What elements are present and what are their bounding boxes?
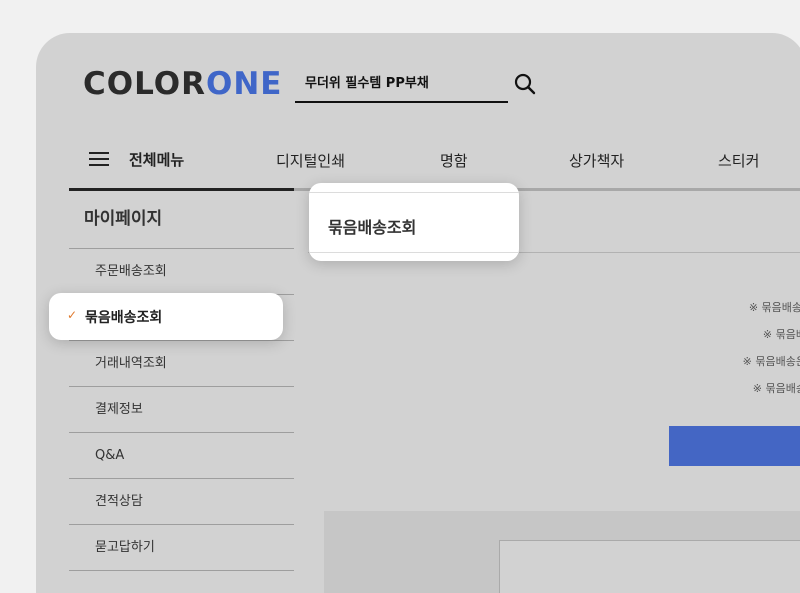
gnb-item-booklet[interactable]: 상가책자 xyxy=(569,150,624,171)
gnb-item-sticker[interactable]: 스티커 xyxy=(718,150,759,171)
check-icon: ✓ xyxy=(67,308,78,322)
content-field[interactable] xyxy=(499,540,800,593)
all-menu-button[interactable]: 전체메뉴 xyxy=(89,144,184,174)
sidebar-title: 마이페이지 xyxy=(69,191,294,249)
sidebar-item-payment-info[interactable]: 결제정보 xyxy=(69,387,294,433)
search-icon xyxy=(514,73,536,95)
sidebar: 마이페이지 주문배송조회 거래내역조회 결제정보 Q&A 견적상담 묻고답하기 xyxy=(69,191,294,571)
site-logo[interactable]: COLORONE xyxy=(83,69,282,100)
notice-line: ※ 묶음배송- xyxy=(748,301,800,314)
gnb-item-digital-print[interactable]: 디지털인쇄 xyxy=(276,150,345,171)
search-query-text: 무더위 필수템 PP부채 xyxy=(305,76,429,91)
sidebar-item-estimate[interactable]: 견적상담 xyxy=(69,479,294,525)
sidebar-item-order-tracking[interactable]: 주문배송조회 xyxy=(69,249,294,295)
sidebar-item-active[interactable]: ✓ 묶음배송조회 xyxy=(49,293,283,340)
sidebar-item-qna[interactable]: Q&A xyxy=(69,433,294,479)
notice-line: ※ 묶음배 xyxy=(762,328,800,341)
sidebar-item-active-label: 묶음배송조회 xyxy=(85,310,163,326)
sidebar-item-inquiry[interactable]: 묻고답하기 xyxy=(69,525,294,571)
search-input[interactable]: 무더위 필수템 PP부채 xyxy=(295,63,508,103)
global-nav: 전체메뉴 디지털인쇄 명함 상가책자 스티커 xyxy=(36,131,800,187)
notice-line: ※ 묶음배송은 xyxy=(742,355,800,368)
search-button[interactable] xyxy=(514,73,536,95)
gnb-item-business-card[interactable]: 명함 xyxy=(440,150,468,171)
hamburger-icon xyxy=(89,152,109,166)
all-menu-label: 전체메뉴 xyxy=(129,150,185,169)
page-title: 묶음배송조회 xyxy=(328,218,417,237)
page-title-card: 묶음배송조회 xyxy=(309,183,519,261)
notice-line: ※ 묶음배송 xyxy=(752,382,800,395)
primary-action-button[interactable] xyxy=(669,426,800,466)
content-panel xyxy=(324,511,800,593)
sidebar-item-transactions[interactable]: 거래내역조회 xyxy=(69,341,294,387)
